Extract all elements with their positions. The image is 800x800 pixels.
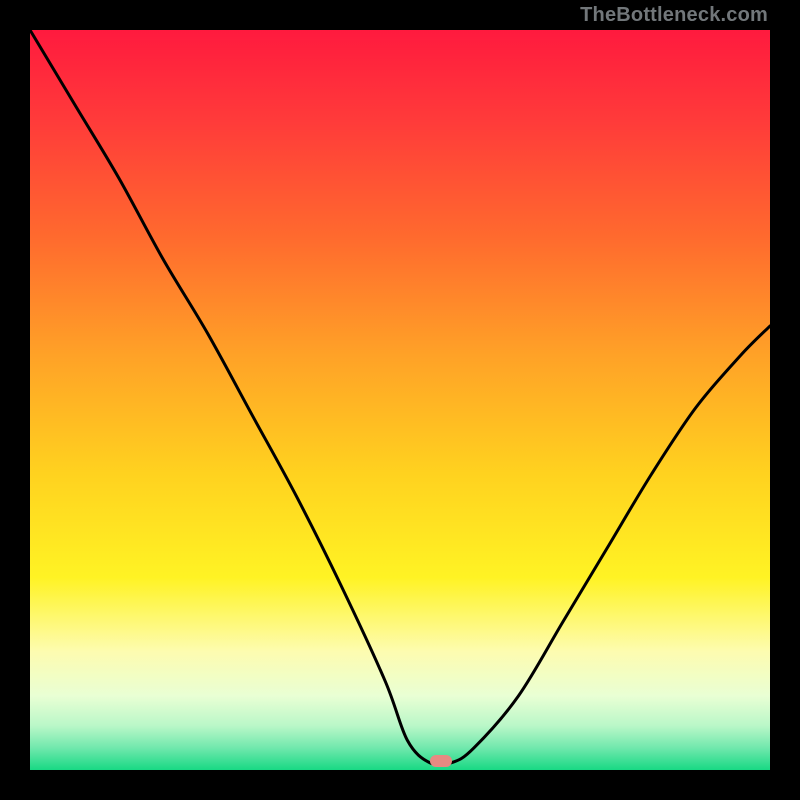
bottleneck-curve [30,30,770,770]
optimal-point-marker [430,755,452,767]
watermark-text: TheBottleneck.com [580,4,768,27]
chart-frame: TheBottleneck.com [0,0,800,800]
plot-area [30,30,770,770]
